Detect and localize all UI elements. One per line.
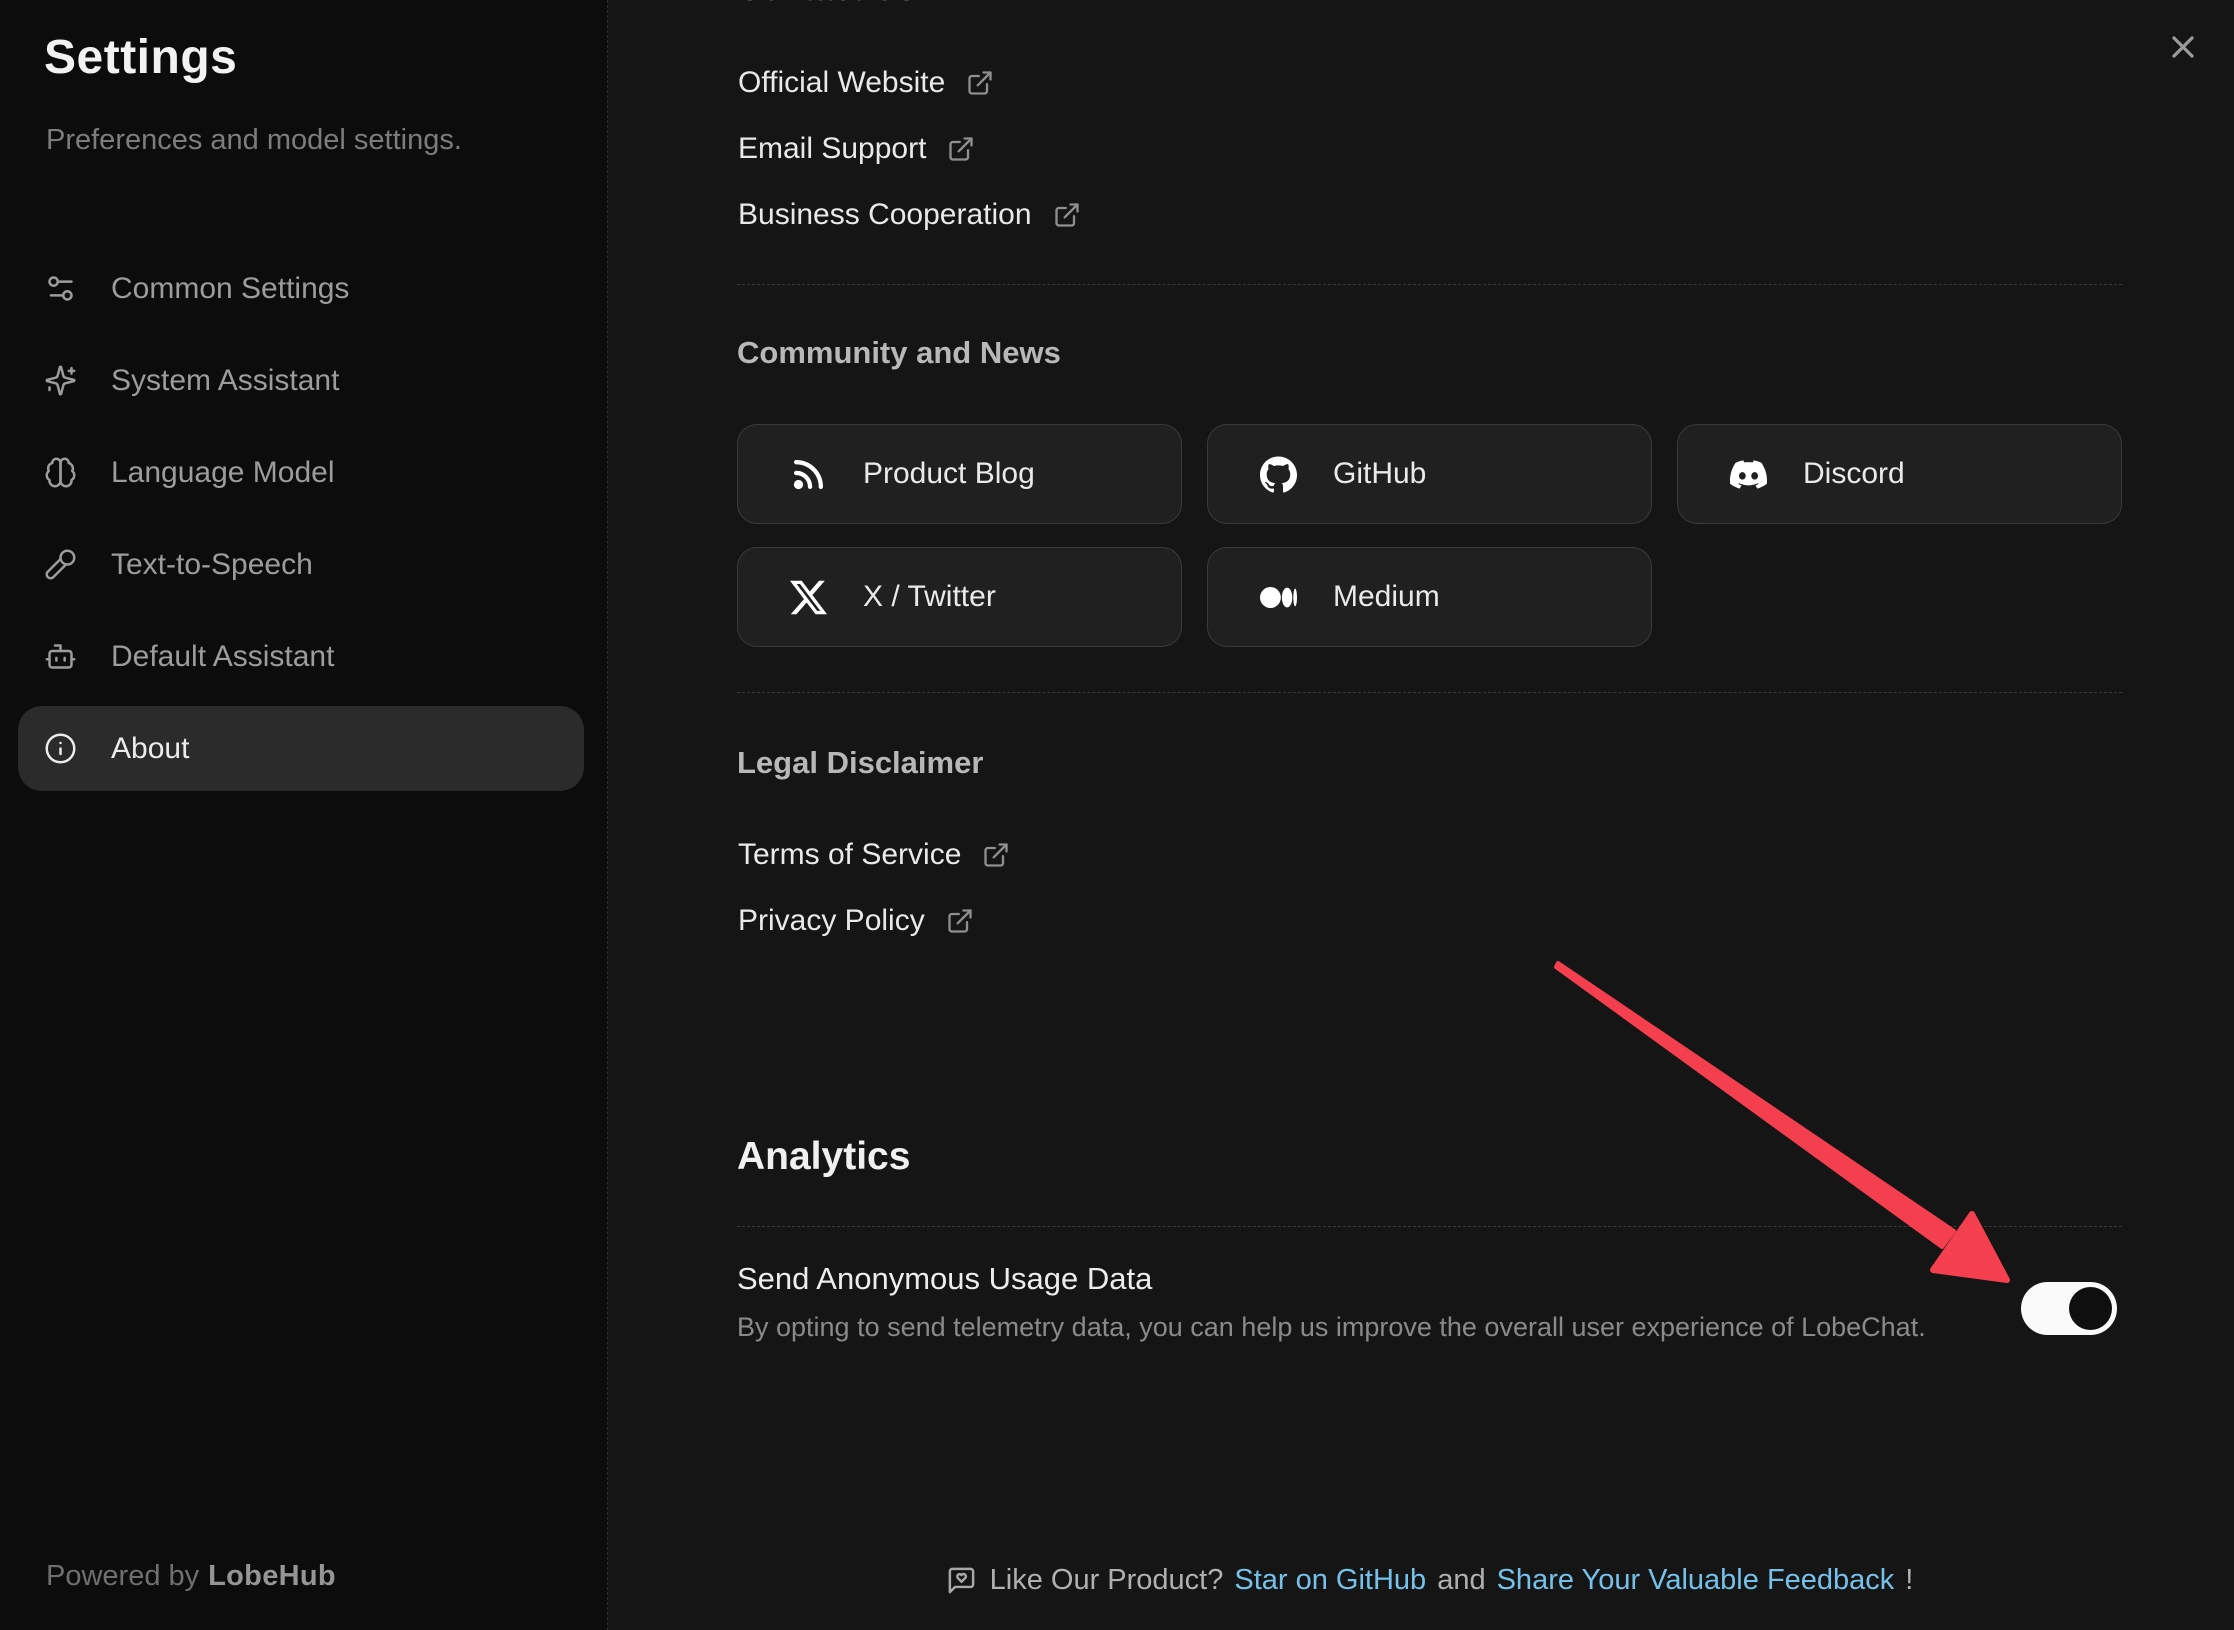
sidebar-item-label: Language Model <box>111 456 335 490</box>
sidebar-item-language-model[interactable]: Language Model <box>18 430 584 515</box>
contact-us-heading: Contact Us <box>737 0 916 9</box>
sidebar-item-label: Common Settings <box>111 272 349 306</box>
send-usage-data-label: Send Anonymous Usage Data <box>737 1258 1152 1300</box>
brain-icon <box>44 456 77 489</box>
external-link-icon <box>947 135 975 163</box>
sidebar-item-about[interactable]: About <box>18 706 584 791</box>
sidebar-item-label: System Assistant <box>111 364 339 398</box>
external-link-icon <box>946 907 974 935</box>
button-label: X / Twitter <box>863 580 996 614</box>
rss-icon <box>790 456 827 493</box>
section-divider <box>737 1226 2122 1227</box>
send-usage-data-description: By opting to send telemetry data, you ca… <box>737 1309 1926 1345</box>
powered-by: Powered by LobeHub <box>46 1560 336 1593</box>
section-divider <box>737 692 2122 693</box>
legal-links: Terms of Service Privacy Policy <box>738 833 1010 965</box>
link-label: Terms of Service <box>738 838 961 872</box>
close-icon <box>2165 29 2201 65</box>
sidebar-menu: Common Settings System Assistant Languag… <box>18 246 584 798</box>
powered-by-text: Powered by <box>46 1560 199 1592</box>
github-icon <box>1260 456 1297 493</box>
github-button[interactable]: GitHub <box>1207 424 1652 524</box>
link-label: Privacy Policy <box>738 904 925 938</box>
close-button[interactable] <box>2160 24 2206 70</box>
external-link-icon <box>1053 201 1081 229</box>
settings-sidebar: Settings Preferences and model settings.… <box>0 0 608 1630</box>
footer-text: Like Our Product? <box>990 1564 1224 1597</box>
community-buttons: Product Blog GitHub Discord X / Twitter … <box>737 424 2122 647</box>
sidebar-item-text-to-speech[interactable]: Text-to-Speech <box>18 522 584 607</box>
medium-icon <box>1260 579 1297 616</box>
sidebar-item-common-settings[interactable]: Common Settings <box>18 246 584 331</box>
share-feedback-link[interactable]: Share Your Valuable Feedback <box>1497 1564 1895 1597</box>
email-support-link[interactable]: Email Support <box>738 127 1081 170</box>
page-title: Settings <box>44 30 237 85</box>
x-twitter-icon <box>790 579 827 616</box>
terms-of-service-link[interactable]: Terms of Service <box>738 833 1010 876</box>
button-label: Medium <box>1333 580 1440 614</box>
community-heading: Community and News <box>737 335 1061 371</box>
discord-button[interactable]: Discord <box>1677 424 2122 524</box>
business-cooperation-link[interactable]: Business Cooperation <box>738 193 1081 236</box>
send-usage-data-toggle[interactable] <box>2021 1282 2117 1335</box>
brand-logo[interactable]: LobeHub <box>208 1560 336 1592</box>
button-label: GitHub <box>1333 457 1426 491</box>
footer-text: and <box>1437 1564 1485 1597</box>
microphone-icon <box>44 548 77 581</box>
product-blog-button[interactable]: Product Blog <box>737 424 1182 524</box>
star-on-github-link[interactable]: Star on GitHub <box>1234 1564 1426 1597</box>
medium-button[interactable]: Medium <box>1207 547 1652 647</box>
link-label: Email Support <box>738 132 926 166</box>
sliders-icon <box>44 272 77 305</box>
toggle-knob <box>2069 1287 2112 1330</box>
button-label: Discord <box>1803 457 1905 491</box>
footer-text: ! <box>1905 1564 1913 1597</box>
sidebar-item-label: About <box>111 732 189 766</box>
privacy-policy-link[interactable]: Privacy Policy <box>738 899 1010 942</box>
feedback-footer: Like Our Product? Star on GitHub and Sha… <box>737 1556 2122 1604</box>
sidebar-item-system-assistant[interactable]: System Assistant <box>18 338 584 423</box>
external-link-icon <box>982 841 1010 869</box>
discord-icon <box>1730 456 1767 493</box>
sidebar-item-label: Text-to-Speech <box>111 548 313 582</box>
robot-icon <box>44 640 77 673</box>
sparkles-icon <box>44 364 77 397</box>
sidebar-item-default-assistant[interactable]: Default Assistant <box>18 614 584 699</box>
link-label: Business Cooperation <box>738 198 1032 232</box>
button-label: Product Blog <box>863 457 1035 491</box>
link-label: Official Website <box>738 66 945 100</box>
sidebar-item-label: Default Assistant <box>111 640 334 674</box>
official-website-link[interactable]: Official Website <box>738 61 1081 104</box>
info-icon <box>44 732 77 765</box>
message-heart-icon <box>946 1565 977 1596</box>
page-subtitle: Preferences and model settings. <box>46 124 462 157</box>
contact-links: Official Website Email Support Business … <box>738 61 1081 259</box>
x-twitter-button[interactable]: X / Twitter <box>737 547 1182 647</box>
external-link-icon <box>966 69 994 97</box>
settings-modal: Settings Preferences and model settings.… <box>0 0 2234 1630</box>
legal-heading: Legal Disclaimer <box>737 745 983 781</box>
analytics-heading: Analytics <box>737 1134 910 1180</box>
section-divider <box>737 284 2122 285</box>
